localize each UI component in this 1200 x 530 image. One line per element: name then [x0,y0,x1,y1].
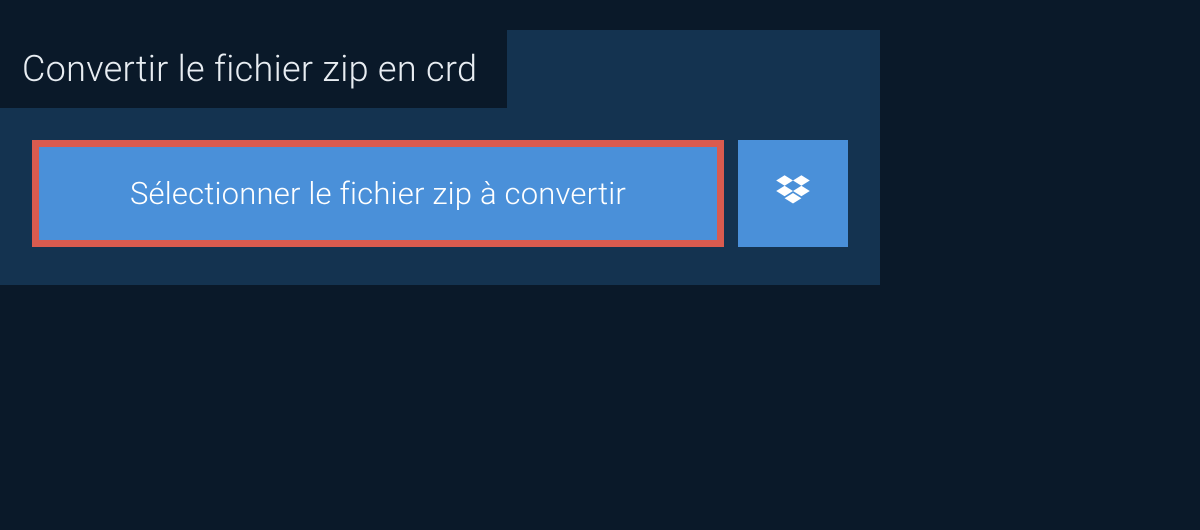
select-file-label: Sélectionner le fichier zip à convertir [130,175,626,212]
title-bar: Convertir le fichier zip en crd [0,30,507,108]
page-title: Convertir le fichier zip en crd [22,48,477,90]
converter-panel: Convertir le fichier zip en crd Sélectio… [0,30,880,285]
dropbox-button[interactable] [738,140,848,247]
select-file-button[interactable]: Sélectionner le fichier zip à convertir [32,140,724,247]
dropbox-icon [772,171,814,217]
button-row: Sélectionner le fichier zip à convertir [0,108,880,247]
